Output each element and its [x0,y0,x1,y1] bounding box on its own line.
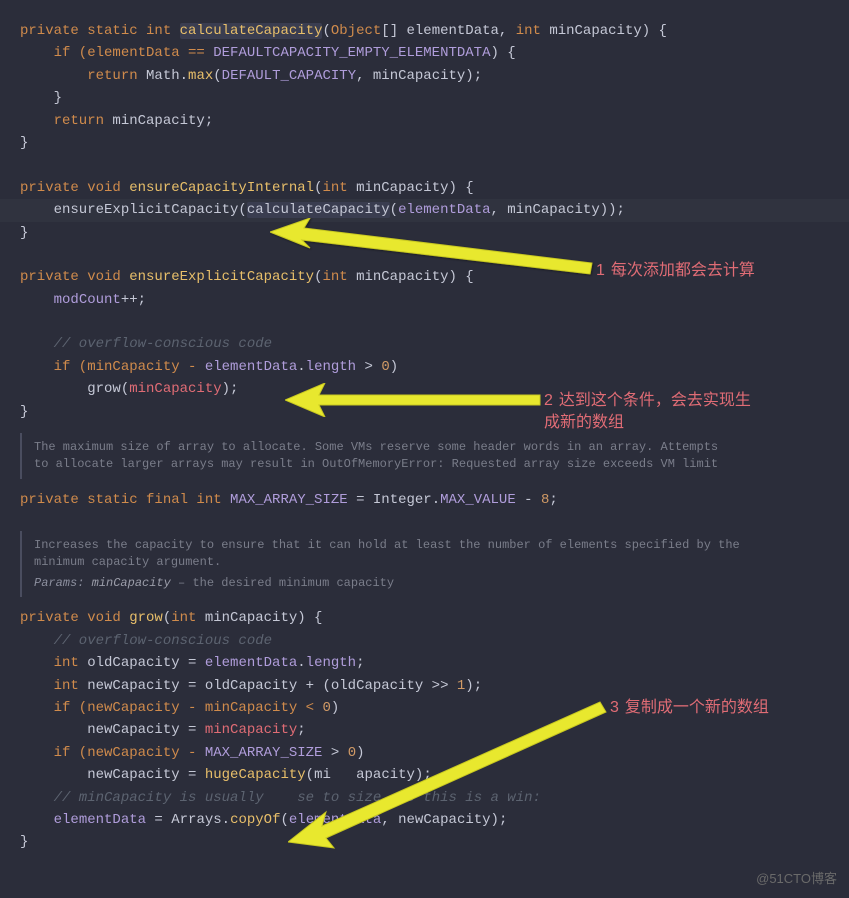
blank-line [20,311,849,333]
code-line: private void grow(int minCapacity) { [20,607,849,629]
javadoc-line: Increases the capacity to ensure that it… [34,537,849,554]
code-line: } [20,132,849,154]
javadoc-line: to allocate larger arrays may result in … [34,456,849,473]
code-comment: // overflow-conscious code [20,333,849,355]
javadoc-block: The maximum size of array to allocate. S… [20,433,849,479]
javadoc-line: The maximum size of array to allocate. S… [34,439,849,456]
javadoc-params: Params: minCapacity – the desired minimu… [34,575,849,592]
code-line: private static int calculateCapacity(Obj… [20,20,849,42]
code-line: } [20,831,849,853]
code-line: private void ensureCapacityInternal(int … [20,177,849,199]
code-comment: // minCapacity is usually xxxse to size,… [20,787,849,809]
code-line: elementData = Arrays.copyOf(elementData,… [20,809,849,831]
code-line: newCapacity = minCapacity; [20,719,849,741]
code-line: private static final int MAX_ARRAY_SIZE … [20,489,849,511]
code-line: modCount++; [20,289,849,311]
code-line: return Math.max(DEFAULT_CAPACITY, minCap… [20,65,849,87]
annotation-3: 3复制成一个新的数组 [610,697,780,719]
code-line: if (elementData == DEFAULTCAPACITY_EMPTY… [20,42,849,64]
code-line-highlighted: ensureExplicitCapacity(calculateCapacity… [20,202,625,218]
annotation-2: 2达到这个条件，会去实现生成新的数组 [544,390,754,435]
annotation-1: 1每次添加都会去计算 [596,260,766,282]
code-line: } [20,87,849,109]
watermark: @51CTO博客 [756,869,837,890]
code-line: int newCapacity = oldCapacity + (oldCapa… [20,675,849,697]
javadoc-block: Increases the capacity to ensure that it… [20,531,849,597]
code-line: if (minCapacity - elementData.length > 0… [20,356,849,378]
code-line: return minCapacity; [20,110,849,132]
javadoc-line: minimum capacity argument. [34,554,849,571]
blank-line [20,154,849,176]
code-line: } [20,222,849,244]
code-line: newCapacity = hugeCapacity(mixxxapacity)… [20,764,849,786]
code-line: if (newCapacity - MAX_ARRAY_SIZE > 0) [20,742,849,764]
code-line: int oldCapacity = elementData.length; [20,652,849,674]
code-comment: // overflow-conscious code [20,630,849,652]
